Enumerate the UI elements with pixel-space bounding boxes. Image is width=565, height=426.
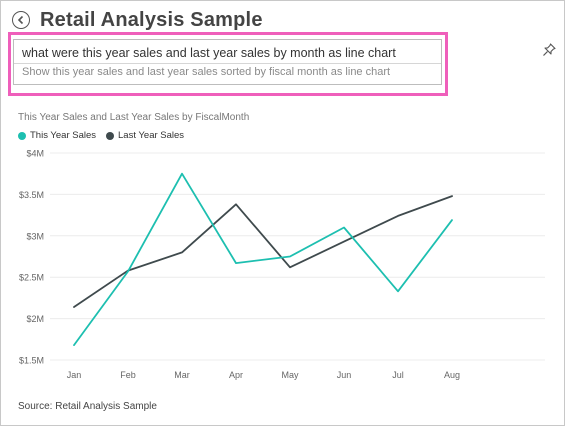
back-arrow-icon[interactable] — [12, 11, 30, 29]
x-tick-label: Feb — [120, 370, 136, 380]
x-tick-label: Mar — [174, 370, 190, 380]
y-tick-label: $2M — [26, 314, 44, 324]
x-tick-label: May — [281, 370, 299, 380]
qa-search-box[interactable]: Show this year sales and last year sales… — [13, 39, 442, 85]
x-tick-label: Jun — [337, 370, 352, 380]
y-tick-label: $2.5M — [19, 273, 44, 283]
page-title: Retail Analysis Sample — [40, 8, 263, 31]
x-tick-label: Jan — [67, 370, 82, 380]
y-tick-label: $3M — [26, 231, 44, 241]
x-tick-label: Aug — [444, 370, 460, 380]
report-header: Retail Analysis Sample — [12, 6, 263, 34]
pin-icon[interactable] — [541, 42, 557, 58]
series-line-this-year — [73, 172, 453, 347]
series-line-last-year — [73, 195, 453, 308]
line-chart: $4M $3.5M $3M $2.5M $2M $1.5M Jan Feb Mar Apr May J… — [19, 149, 545, 380]
source-note: Source: Retail Analysis Sample — [18, 401, 157, 412]
x-tick-label: Apr — [229, 370, 243, 380]
chart-title: This Year Sales and Last Year Sales by F… — [18, 112, 250, 123]
y-tick-label: $3.5M — [19, 190, 44, 200]
x-tick-label: Jul — [392, 370, 404, 380]
y-tick-label: $1.5M — [19, 356, 44, 366]
qa-suggestion[interactable]: Show this year sales and last year sales… — [22, 66, 390, 78]
qa-divider — [14, 63, 441, 64]
legend-dot-this-year — [18, 131, 26, 140]
legend-dot-last-year — [106, 131, 115, 140]
qa-question-input[interactable] — [14, 40, 441, 63]
y-tick-label: $4M — [26, 149, 44, 159]
